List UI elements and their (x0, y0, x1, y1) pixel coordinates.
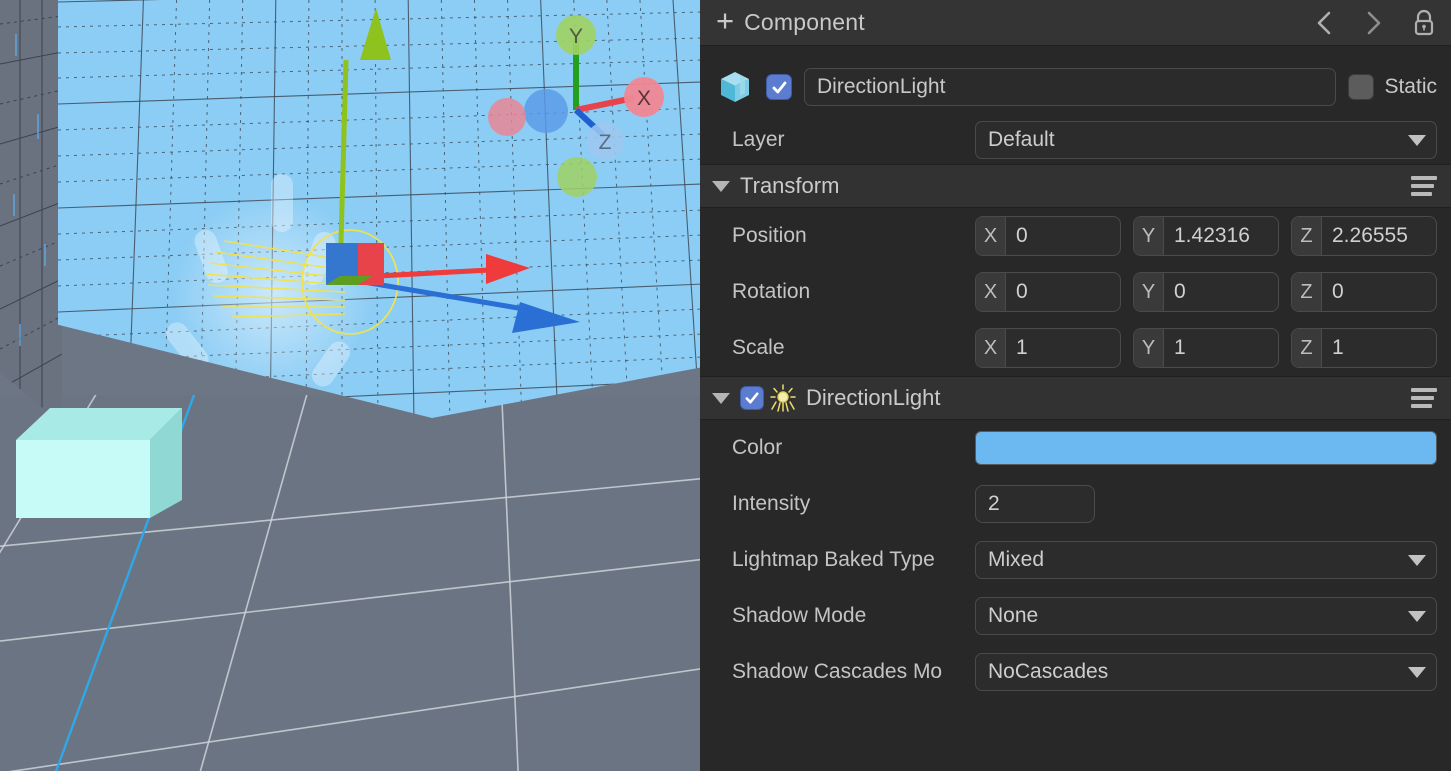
position-label: Position (732, 224, 975, 248)
transform-scale-row: Scale X 1 Y 1 Z 1 (700, 320, 1451, 376)
plus-icon[interactable]: + (716, 7, 734, 35)
axis-label-y: Y (1134, 329, 1164, 367)
rotation-y-value: 0 (1164, 280, 1186, 304)
light-menu-icon[interactable] (1411, 388, 1437, 408)
rotation-x-value: 0 (1006, 280, 1028, 304)
lock-icon[interactable] (1411, 8, 1437, 38)
transform-section-header[interactable]: Transform (700, 164, 1451, 208)
chevron-left-icon[interactable] (1311, 8, 1337, 38)
scene-viewport[interactable]: Y X Z (0, 0, 700, 771)
axis-label-y: Y (1134, 273, 1164, 311)
editor-window: Y X Z + Component (0, 0, 1451, 771)
chevron-right-icon[interactable] (1361, 8, 1387, 38)
static-label: Static (1384, 75, 1437, 99)
scale-label: Scale (732, 336, 975, 360)
scale-y-field[interactable]: Y 1 (1133, 328, 1279, 368)
inspector-header: + Component (700, 0, 1451, 46)
axis-label-y: Y (1134, 217, 1164, 255)
light-intensity-label: Intensity (732, 492, 975, 516)
scale-y-value: 1 (1164, 336, 1186, 360)
axis-orientation-gizmo[interactable]: Y X Z (488, 15, 664, 197)
collapse-triangle-icon[interactable] (712, 393, 730, 404)
gameobject-header-row: DirectionLight Static (700, 58, 1451, 116)
position-z-field[interactable]: Z 2.26555 (1291, 216, 1437, 256)
scale-x-value: 1 (1006, 336, 1028, 360)
transform-move-gizmo[interactable] (326, 8, 580, 333)
rotation-label: Rotation (732, 280, 975, 304)
light-enabled-checkbox[interactable] (740, 386, 764, 410)
position-y-field[interactable]: Y 1.42316 (1133, 216, 1279, 256)
chevron-down-icon (1408, 555, 1426, 566)
axis-label-z: Z (1292, 273, 1322, 311)
add-component-button[interactable]: Component (744, 9, 865, 36)
position-y-value: 1.42316 (1164, 224, 1250, 248)
sun-light-icon (768, 383, 798, 413)
shadow-cascades-row: Shadow Cascades Mo NoCascades (700, 644, 1451, 700)
gameobject-enabled-checkbox[interactable] (766, 74, 792, 100)
layer-row: Layer Default (700, 116, 1451, 164)
rotation-z-field[interactable]: Z 0 (1291, 272, 1437, 312)
shadow-cascades-value: NoCascades (988, 660, 1108, 684)
axis-label-z: Z (1292, 329, 1322, 367)
lightmap-baked-type-label: Lightmap Baked Type (732, 548, 975, 572)
static-checkbox[interactable] (1348, 74, 1374, 100)
gizmo-y-label: Y (569, 25, 583, 48)
lightmap-baked-type-dropdown[interactable]: Mixed (975, 541, 1437, 579)
viewport-overlays: Y X Z (0, 0, 700, 771)
light-intensity-input[interactable]: 2 (975, 485, 1095, 523)
shadow-mode-value: None (988, 604, 1038, 628)
shadow-mode-label: Shadow Mode (732, 604, 975, 628)
shadow-cascades-label: Shadow Cascades Mo (732, 660, 975, 684)
prefab-cube-icon (716, 67, 756, 107)
position-z-value: 2.26555 (1322, 224, 1408, 248)
transform-section-title: Transform (740, 173, 839, 199)
light-color-label: Color (732, 436, 975, 460)
light-section-title: DirectionLight (806, 385, 941, 411)
chevron-down-icon (1408, 135, 1426, 146)
light-color-swatch[interactable] (975, 431, 1437, 465)
shadow-mode-row: Shadow Mode None (700, 588, 1451, 644)
light-section-header[interactable]: DirectionLight (700, 376, 1451, 420)
shadow-cascades-dropdown[interactable]: NoCascades (975, 653, 1437, 691)
light-intensity-row: Intensity 2 (700, 476, 1451, 532)
collapse-triangle-icon[interactable] (712, 181, 730, 192)
gizmo-x-label: X (637, 87, 651, 110)
static-toggle-group[interactable]: Static (1348, 74, 1437, 100)
axis-label-x: X (976, 217, 1006, 255)
scale-z-field[interactable]: Z 1 (1291, 328, 1437, 368)
gameobject-name-input[interactable]: DirectionLight (804, 68, 1336, 106)
inspector-header-actions (1311, 8, 1437, 38)
lightmap-baked-type-value: Mixed (988, 548, 1044, 572)
layer-dropdown-value: Default (988, 128, 1055, 152)
gizmo-z-label: Z (599, 131, 612, 154)
axis-label-x: X (976, 273, 1006, 311)
transform-menu-icon[interactable] (1411, 176, 1437, 196)
scale-z-value: 1 (1322, 336, 1344, 360)
rotation-z-value: 0 (1322, 280, 1344, 304)
rotation-y-field[interactable]: Y 0 (1133, 272, 1279, 312)
light-color-row: Color (700, 420, 1451, 476)
rotation-x-field[interactable]: X 0 (975, 272, 1121, 312)
position-x-field[interactable]: X 0 (975, 216, 1121, 256)
axis-label-z: Z (1292, 217, 1322, 255)
scale-x-field[interactable]: X 1 (975, 328, 1121, 368)
chevron-down-icon (1408, 667, 1426, 678)
transform-position-row: Position X 0 Y 1.42316 Z 2.26555 (700, 208, 1451, 264)
inspector-panel: + Component (700, 0, 1451, 771)
lightmap-baked-type-row: Lightmap Baked Type Mixed (700, 532, 1451, 588)
axis-label-x: X (976, 329, 1006, 367)
chevron-down-icon (1408, 611, 1426, 622)
position-x-value: 0 (1006, 224, 1028, 248)
shadow-mode-dropdown[interactable]: None (975, 597, 1437, 635)
layer-label: Layer (732, 128, 975, 152)
transform-rotation-row: Rotation X 0 Y 0 Z 0 (700, 264, 1451, 320)
layer-dropdown[interactable]: Default (975, 121, 1437, 159)
